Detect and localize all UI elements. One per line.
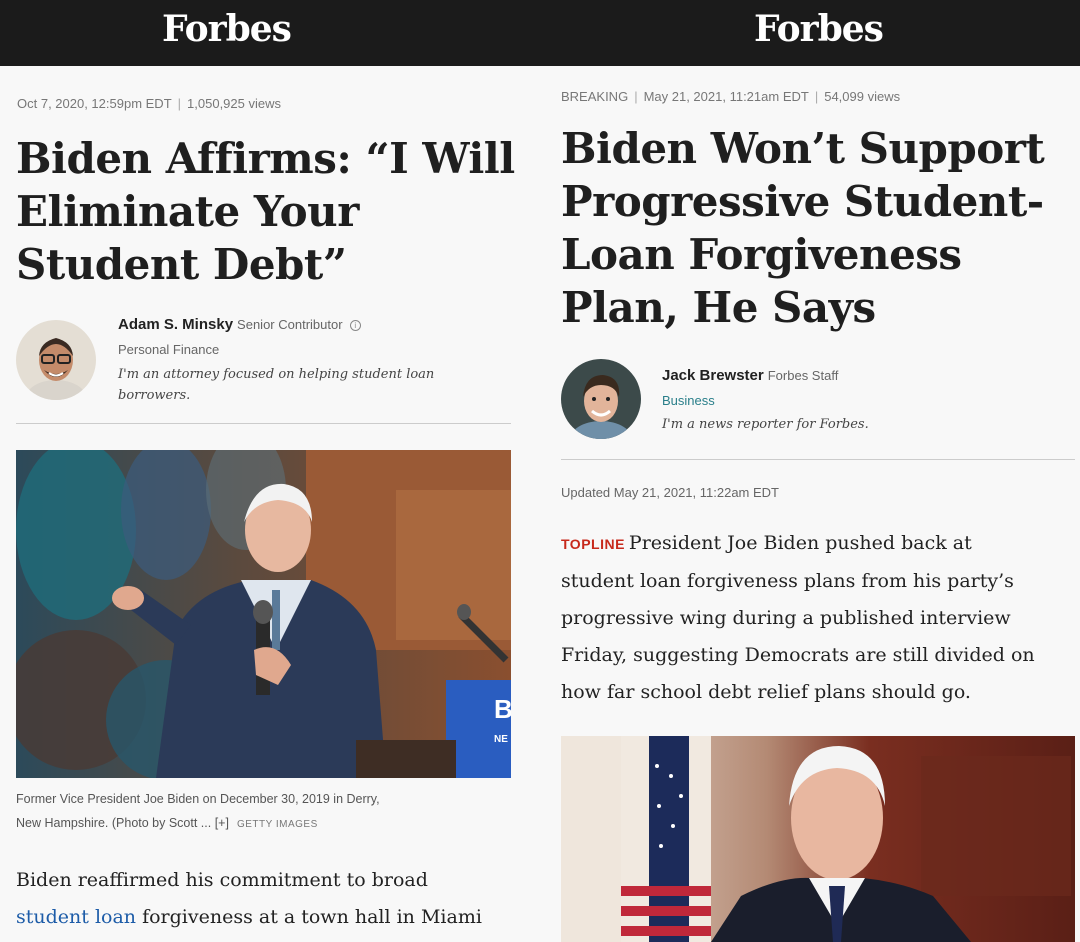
masthead: Forbes bbox=[540, 0, 1080, 66]
author-section[interactable]: Personal Finance bbox=[118, 342, 219, 357]
forbes-logo[interactable]: Forbes bbox=[754, 8, 884, 50]
author-name[interactable]: Jack Brewster bbox=[662, 367, 764, 384]
article-left: Forbes Oct 7, 2020, 12:59pm EDT | 1,050,92… bbox=[0, 0, 540, 942]
view-count: 1,050,925 views bbox=[187, 96, 281, 111]
forbes-logo[interactable]: Forbes bbox=[162, 8, 292, 50]
author-bio: I'm an attorney focused on helping stude… bbox=[118, 367, 435, 403]
svg-text:NE: NE bbox=[494, 734, 508, 745]
publish-date: May 21, 2021, 11:21am EDT bbox=[643, 89, 809, 104]
topline-paragraph: TOPLINE President Joe Biden pushed back a… bbox=[561, 532, 1035, 703]
author-byline: Jack Brewster Forbes Staff bbox=[662, 367, 838, 384]
photo-caption: Former Vice President Joe Biden on Decem… bbox=[16, 792, 380, 830]
updated-timestamp: Updated May 21, 2021, 11:22am EDT bbox=[561, 485, 779, 500]
breaking-label: BREAKING bbox=[561, 89, 629, 104]
topline-label: TOPLINE bbox=[561, 536, 625, 552]
article-right: Forbes BREAKING | May 21, 2021, 11:21am ED… bbox=[540, 0, 1080, 942]
article-photo[interactable] bbox=[561, 736, 1075, 942]
author-avatar[interactable] bbox=[16, 320, 96, 400]
author-name[interactable]: Adam S. Minsky bbox=[118, 316, 233, 333]
author-bio: I'm a news reporter for Forbes. bbox=[662, 417, 869, 432]
divider-rule bbox=[16, 423, 511, 424]
divider-rule bbox=[561, 459, 1075, 460]
view-count: 54,099 views bbox=[824, 89, 901, 104]
article-meta: Oct 7, 2020, 12:59pm EDT | 1,050,925 views bbox=[17, 96, 281, 111]
masthead: Forbes bbox=[0, 0, 540, 66]
author-byline: Adam S. Minsky Senior Contributor i bbox=[118, 316, 361, 333]
info-icon[interactable]: i bbox=[349, 319, 361, 331]
student-loan-link[interactable]: student loan bbox=[16, 906, 136, 928]
headline: Biden Affirms: “I Will Eliminate Your St… bbox=[16, 134, 515, 289]
author-avatar[interactable] bbox=[561, 359, 641, 439]
author-role: Forbes Staff bbox=[767, 368, 839, 383]
headline: Biden Won’t Support Progressive Student-… bbox=[561, 124, 1045, 332]
article-body: Biden reaffirmed his commitment to broad… bbox=[16, 869, 482, 928]
svg-text:B: B bbox=[494, 694, 511, 724]
article-photo[interactable]: B NE bbox=[16, 450, 511, 778]
publish-date: Oct 7, 2020, 12:59pm EDT bbox=[17, 96, 172, 111]
photo-credit: GETTY IMAGES bbox=[236, 819, 318, 830]
article-meta: BREAKING | May 21, 2021, 11:21am EDT | 54,09… bbox=[561, 89, 901, 104]
author-role: Senior Contributor bbox=[237, 317, 343, 332]
author-section[interactable]: Business bbox=[662, 393, 715, 408]
